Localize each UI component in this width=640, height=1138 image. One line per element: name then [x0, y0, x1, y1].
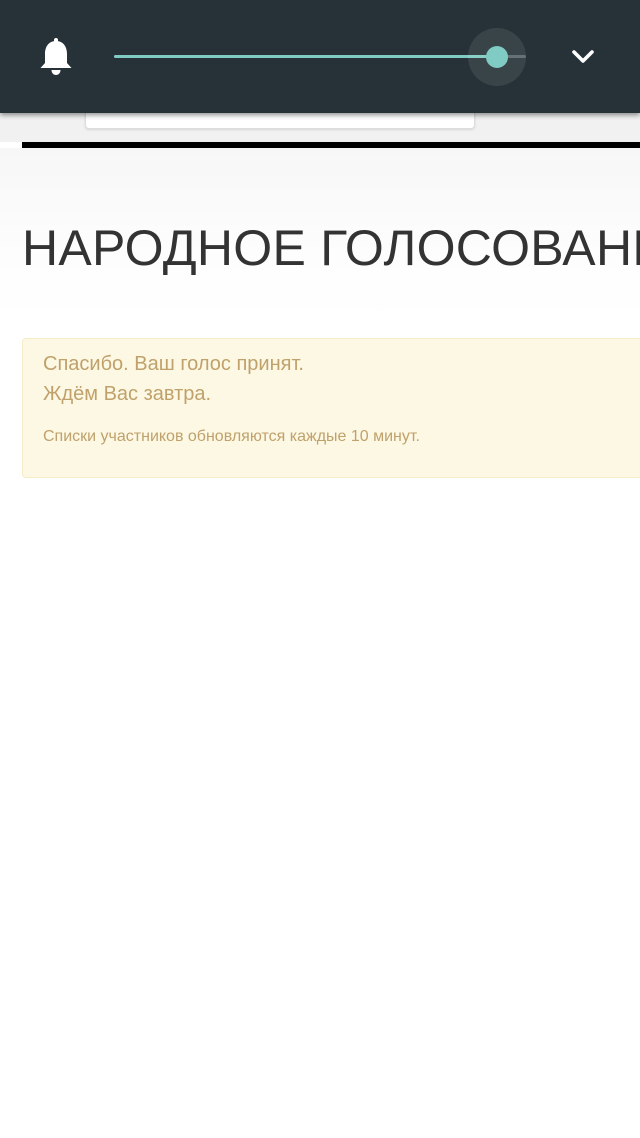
- participant-list-update-note: Списки участников обновляются каждые 10 …: [43, 428, 420, 445]
- vote-confirmation-alert: Спасибо. Ваш голос принят. Ждём Вас завт…: [22, 338, 640, 478]
- bell-icon: [38, 37, 74, 77]
- page-title: НАРОДНОЕ ГОЛОСОВАНИ: [22, 220, 640, 276]
- brightness-slider[interactable]: [114, 28, 527, 86]
- notification-quick-panel: [0, 0, 640, 113]
- web-page: НАРОДНОЕ ГОЛОСОВАНИ Спасибо. Ваш голос п…: [0, 0, 640, 1138]
- brightness-slider-thumb[interactable]: [486, 46, 509, 68]
- come-back-tomorrow-message: Ждём Вас завтра.: [43, 383, 212, 405]
- brightness-slider-fill: [114, 55, 498, 58]
- chevron-down-icon[interactable]: [566, 42, 600, 72]
- vote-accepted-message: Спасибо. Ваш голос принят.: [43, 353, 304, 375]
